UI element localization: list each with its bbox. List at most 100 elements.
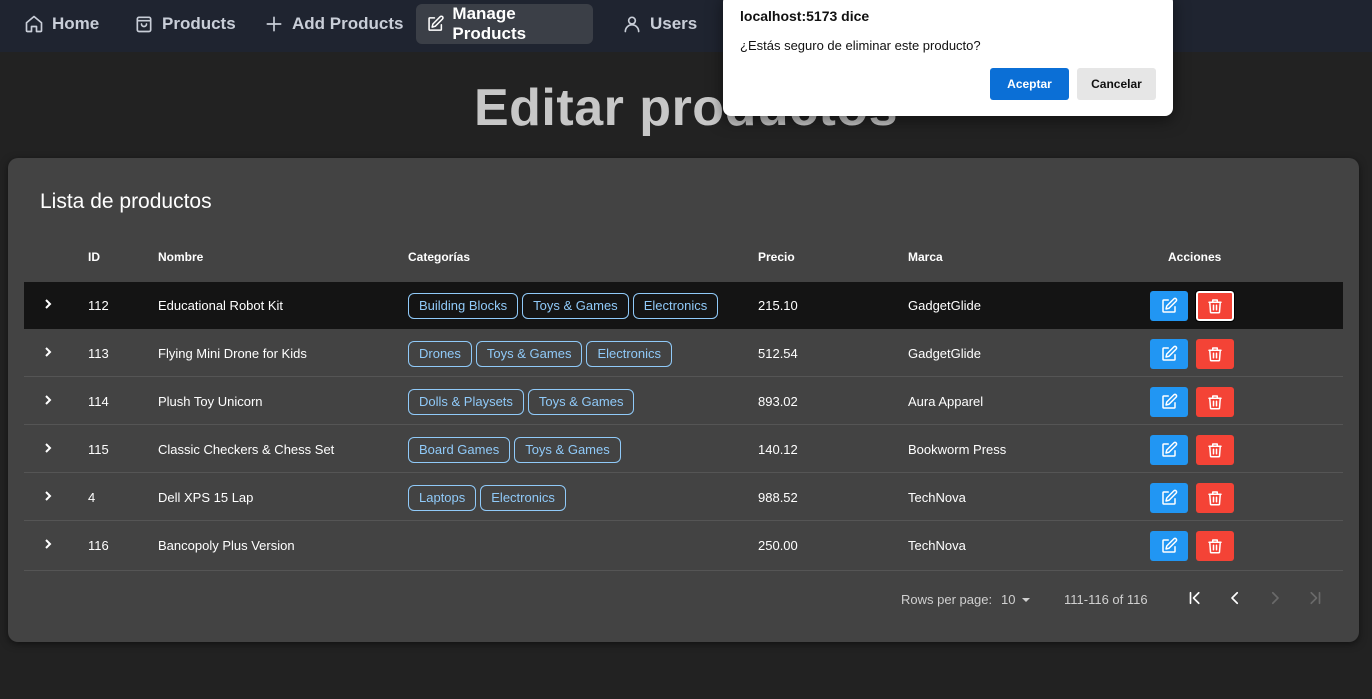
first-page-icon	[1189, 591, 1200, 605]
edit-button[interactable]	[1150, 435, 1188, 465]
nav-home-label: Home	[52, 14, 100, 33]
cancel-button[interactable]: Cancelar	[1077, 68, 1156, 100]
cell-price: 512.54	[758, 346, 798, 361]
column-header-actions: Acciones	[1168, 250, 1222, 264]
delete-button[interactable]	[1196, 483, 1234, 513]
cell-brand: TechNova	[908, 538, 966, 553]
column-header-price[interactable]: Precio	[758, 250, 795, 264]
expand-row-button[interactable]	[42, 297, 54, 309]
chevron-right-icon	[45, 539, 52, 549]
trash-icon	[1208, 395, 1222, 410]
nav-products-label: Products	[162, 14, 236, 33]
column-header-brand[interactable]: Marca	[908, 250, 943, 264]
pagination-range: 111-116 of 116	[1064, 592, 1148, 607]
edit-button[interactable]	[1150, 531, 1188, 561]
category-chip: Toys & Games	[475, 340, 583, 367]
cell-categories: Dolls & Playsets Toys & Games	[408, 378, 638, 425]
cell-price: 988.52	[758, 490, 798, 505]
accept-button[interactable]: Aceptar	[990, 68, 1069, 100]
table-row[interactable]: 4 Dell XPS 15 Lap Laptops Electronics 98…	[24, 474, 1343, 521]
category-chip: Laptops	[408, 484, 477, 511]
dialog-title: localhost:5173 dice	[740, 8, 870, 24]
delete-button[interactable]	[1196, 435, 1234, 465]
trash-icon	[1208, 491, 1222, 506]
chevron-right-icon	[45, 491, 52, 501]
category-chip: Drones	[408, 340, 472, 367]
cell-price: 250.00	[758, 538, 798, 553]
cell-id: 112	[88, 298, 109, 313]
chevron-right-icon	[1271, 591, 1279, 605]
category-chip: Dolls & Playsets	[408, 388, 524, 415]
cell-id: 113	[88, 346, 109, 361]
edit-icon	[1162, 489, 1178, 505]
nav-users-label: Users	[650, 14, 698, 33]
cell-id: 116	[88, 538, 109, 553]
next-page-button[interactable]	[1263, 586, 1287, 610]
cell-brand: TechNova	[908, 490, 966, 505]
cell-brand: Bookworm Press	[908, 442, 1007, 457]
dialog-message: ¿Estás seguro de eliminar este producto?	[740, 38, 981, 53]
home-icon	[25, 15, 43, 33]
nav-products[interactable]: Products	[124, 4, 246, 44]
expand-row-button[interactable]	[42, 441, 54, 453]
category-chip: Toys & Games	[522, 292, 629, 319]
table-row[interactable]: 112 Educational Robot Kit Building Block…	[24, 282, 1343, 329]
nav-manage-products-label: Manage Products	[452, 4, 527, 43]
trash-icon	[1208, 347, 1222, 362]
card-title: Lista de productos	[40, 190, 212, 213]
last-page-button[interactable]	[1303, 586, 1327, 610]
category-chip: Building Blocks	[408, 292, 519, 319]
nav-home[interactable]: Home	[14, 4, 109, 44]
delete-button[interactable]	[1196, 387, 1234, 417]
user-icon	[624, 16, 640, 33]
edit-button[interactable]	[1150, 387, 1188, 417]
cell-categories: Laptops Electronics	[408, 474, 570, 521]
rows-per-page-value: 10	[1001, 592, 1016, 607]
products-card: Lista de productos ID Nombre Categorías …	[8, 158, 1359, 642]
previous-page-button[interactable]	[1223, 586, 1247, 610]
delete-button[interactable]	[1195, 290, 1235, 322]
edit-button[interactable]	[1150, 291, 1188, 321]
cell-categories: Board Games Toys & Games	[408, 426, 625, 473]
nav-users[interactable]: Users	[612, 4, 707, 44]
rows-per-page-select[interactable]: 10	[1001, 592, 1031, 607]
cell-id: 114	[88, 394, 109, 409]
cell-name: Plush Toy Unicorn	[158, 394, 263, 409]
column-header-name[interactable]: Nombre	[158, 250, 203, 264]
cell-name: Dell XPS 15 Lap	[158, 490, 254, 505]
expand-row-button[interactable]	[42, 393, 54, 405]
plus-icon	[266, 16, 282, 32]
expand-row-button[interactable]	[42, 345, 54, 357]
trash-icon	[1208, 299, 1222, 314]
category-chip: Electronics	[480, 484, 566, 511]
chevron-right-icon	[45, 443, 52, 453]
cell-brand: GadgetGlide	[908, 346, 981, 361]
delete-button[interactable]	[1196, 339, 1234, 369]
delete-button[interactable]	[1196, 531, 1234, 561]
edit-icon	[1162, 345, 1178, 361]
chevron-left-icon	[1231, 591, 1239, 605]
nav-add-products[interactable]: Add Products	[254, 4, 413, 44]
first-page-button[interactable]	[1183, 586, 1207, 610]
expand-row-button[interactable]	[42, 537, 54, 549]
table-row[interactable]: 114 Plush Toy Unicorn Dolls & Playsets T…	[24, 378, 1343, 425]
chevron-right-icon	[45, 395, 52, 405]
category-chip: Electronics	[586, 340, 673, 367]
edit-button[interactable]	[1150, 339, 1188, 369]
category-chip: Electronics	[632, 292, 719, 319]
table-row[interactable]: 116 Bancopoly Plus Version 250.00 TechNo…	[24, 522, 1343, 571]
chevron-right-icon	[45, 299, 52, 309]
nav-manage-products[interactable]: Manage Products	[416, 4, 593, 44]
table-row[interactable]: 115 Classic Checkers & Chess Set Board G…	[24, 426, 1343, 473]
edit-button[interactable]	[1150, 483, 1188, 513]
cell-price: 893.02	[758, 394, 798, 409]
table-row[interactable]: 113 Flying Mini Drone for Kids Drones To…	[24, 330, 1343, 377]
column-header-categories[interactable]: Categorías	[408, 250, 470, 264]
category-chip: Board Games	[408, 436, 511, 463]
column-header-id[interactable]: ID	[88, 250, 100, 264]
expand-row-button[interactable]	[42, 489, 54, 501]
cell-name: Educational Robot Kit	[158, 298, 284, 313]
caret-down-icon	[1022, 597, 1031, 602]
cell-name: Flying Mini Drone for Kids	[158, 346, 307, 361]
edit-icon	[1162, 441, 1178, 457]
